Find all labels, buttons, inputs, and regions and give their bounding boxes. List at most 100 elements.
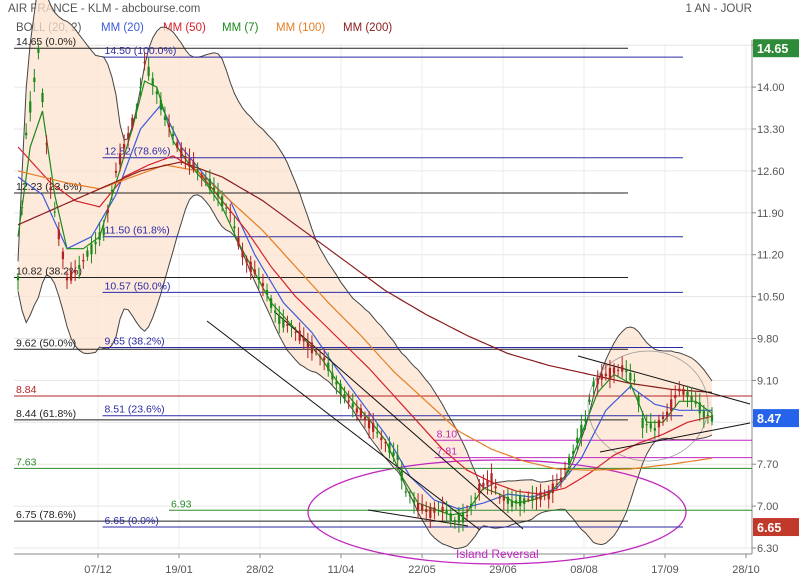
chart-period: 1 AN - JOUR: [686, 3, 752, 15]
x-tick-label: 22/05: [408, 564, 436, 576]
candle-body: [580, 424, 583, 437]
candle-body: [61, 251, 65, 260]
candle-body: [612, 367, 616, 374]
candle-body: [327, 362, 330, 371]
candle-body: [608, 367, 612, 379]
candle-body: [90, 244, 93, 255]
candle-body: [604, 373, 607, 377]
y-tick-label: 11.90: [757, 208, 784, 220]
candle-body: [176, 142, 179, 148]
candle-body: [539, 491, 542, 500]
candle-body: [33, 77, 36, 83]
candle-body: [45, 143, 48, 145]
candle-body: [298, 330, 301, 341]
legend-mm7: MM (7): [222, 22, 259, 34]
level-label: 14.50 (100.0%): [105, 45, 177, 57]
candle-body: [286, 324, 289, 326]
candle-body: [445, 510, 448, 514]
candle-body: [102, 228, 105, 236]
candle-body: [143, 61, 146, 64]
candle-body: [621, 365, 624, 372]
candle-body: [535, 496, 538, 500]
x-tick-label: 29/06: [489, 564, 517, 576]
candle-body: [429, 506, 432, 518]
candle-body: [527, 498, 530, 500]
y-tick-label: 10.50: [757, 292, 785, 304]
candle-body: [465, 515, 469, 517]
candle-body: [359, 408, 363, 418]
candle-body: [290, 325, 293, 328]
level-label: 6.93: [171, 498, 192, 510]
candle-body: [25, 132, 28, 136]
level-label: 8.84: [16, 384, 37, 396]
candle-body: [453, 520, 456, 523]
candle-body: [184, 155, 187, 159]
x-tick-label: 28/02: [246, 564, 274, 576]
candle-body: [347, 400, 350, 402]
candle-body: [237, 237, 240, 246]
candle-body: [449, 513, 452, 522]
candle-body: [261, 283, 265, 287]
candle-body: [563, 468, 567, 470]
candle-body: [57, 229, 60, 240]
candle-body: [547, 490, 550, 500]
candle-body: [653, 428, 656, 431]
candle-body: [408, 495, 412, 497]
candle-body: [690, 396, 693, 402]
candle-body: [596, 378, 599, 385]
candle-body: [416, 503, 420, 511]
candle-body: [686, 391, 689, 398]
candle-body: [163, 116, 167, 120]
candle-body: [641, 418, 644, 428]
legend-mm100: MM (100): [276, 22, 325, 34]
candle-body: [192, 161, 195, 170]
candle-body: [625, 370, 628, 373]
candle-body: [274, 310, 277, 314]
candle-body: [139, 86, 142, 89]
x-tick-label: 17/09: [651, 564, 679, 576]
candle-body: [123, 144, 126, 149]
candle-body: [441, 506, 444, 512]
candle-body: [74, 270, 77, 273]
candle-body: [461, 513, 465, 523]
candle-body: [265, 290, 269, 295]
candle-body: [523, 498, 526, 505]
candle-body: [180, 147, 183, 158]
x-tick-label: 28/10: [732, 564, 760, 576]
candle-body: [343, 394, 346, 399]
candle-body: [204, 178, 207, 180]
candle-body: [616, 369, 620, 371]
candle-body: [351, 403, 354, 408]
candle-body: [212, 187, 216, 192]
y-tick-label: 9.80: [757, 333, 778, 345]
candle-body: [216, 191, 220, 197]
candle-body: [53, 211, 56, 213]
candle-body: [682, 388, 685, 395]
candle-body: [208, 178, 211, 190]
candle-body: [172, 133, 175, 137]
candle-body: [167, 124, 171, 128]
candle-body: [220, 196, 224, 207]
candle-body: [531, 495, 534, 501]
x-tick-label: 19/01: [165, 564, 193, 576]
candle-body: [363, 416, 367, 420]
candle-body: [229, 211, 232, 213]
candle-body: [551, 483, 554, 494]
candle-body: [94, 241, 97, 245]
candle-body: [151, 78, 154, 86]
x-tick-label: 07/12: [84, 564, 112, 576]
level-label: 8.44 (61.8%): [16, 408, 76, 420]
candle-body: [572, 451, 575, 455]
candle-body: [331, 372, 334, 380]
y-tick-label: 14.00: [757, 82, 785, 94]
candle-body: [494, 486, 497, 489]
level-label: 11.50 (61.8%): [105, 225, 170, 237]
annotations: Island Reversal: [456, 547, 539, 561]
candle-body: [225, 207, 228, 209]
candle-body: [400, 469, 403, 481]
candle-body: [98, 232, 101, 240]
candle-body: [437, 509, 440, 511]
candle-body: [694, 401, 697, 404]
candle-body: [425, 509, 428, 512]
candle-body: [372, 423, 375, 432]
